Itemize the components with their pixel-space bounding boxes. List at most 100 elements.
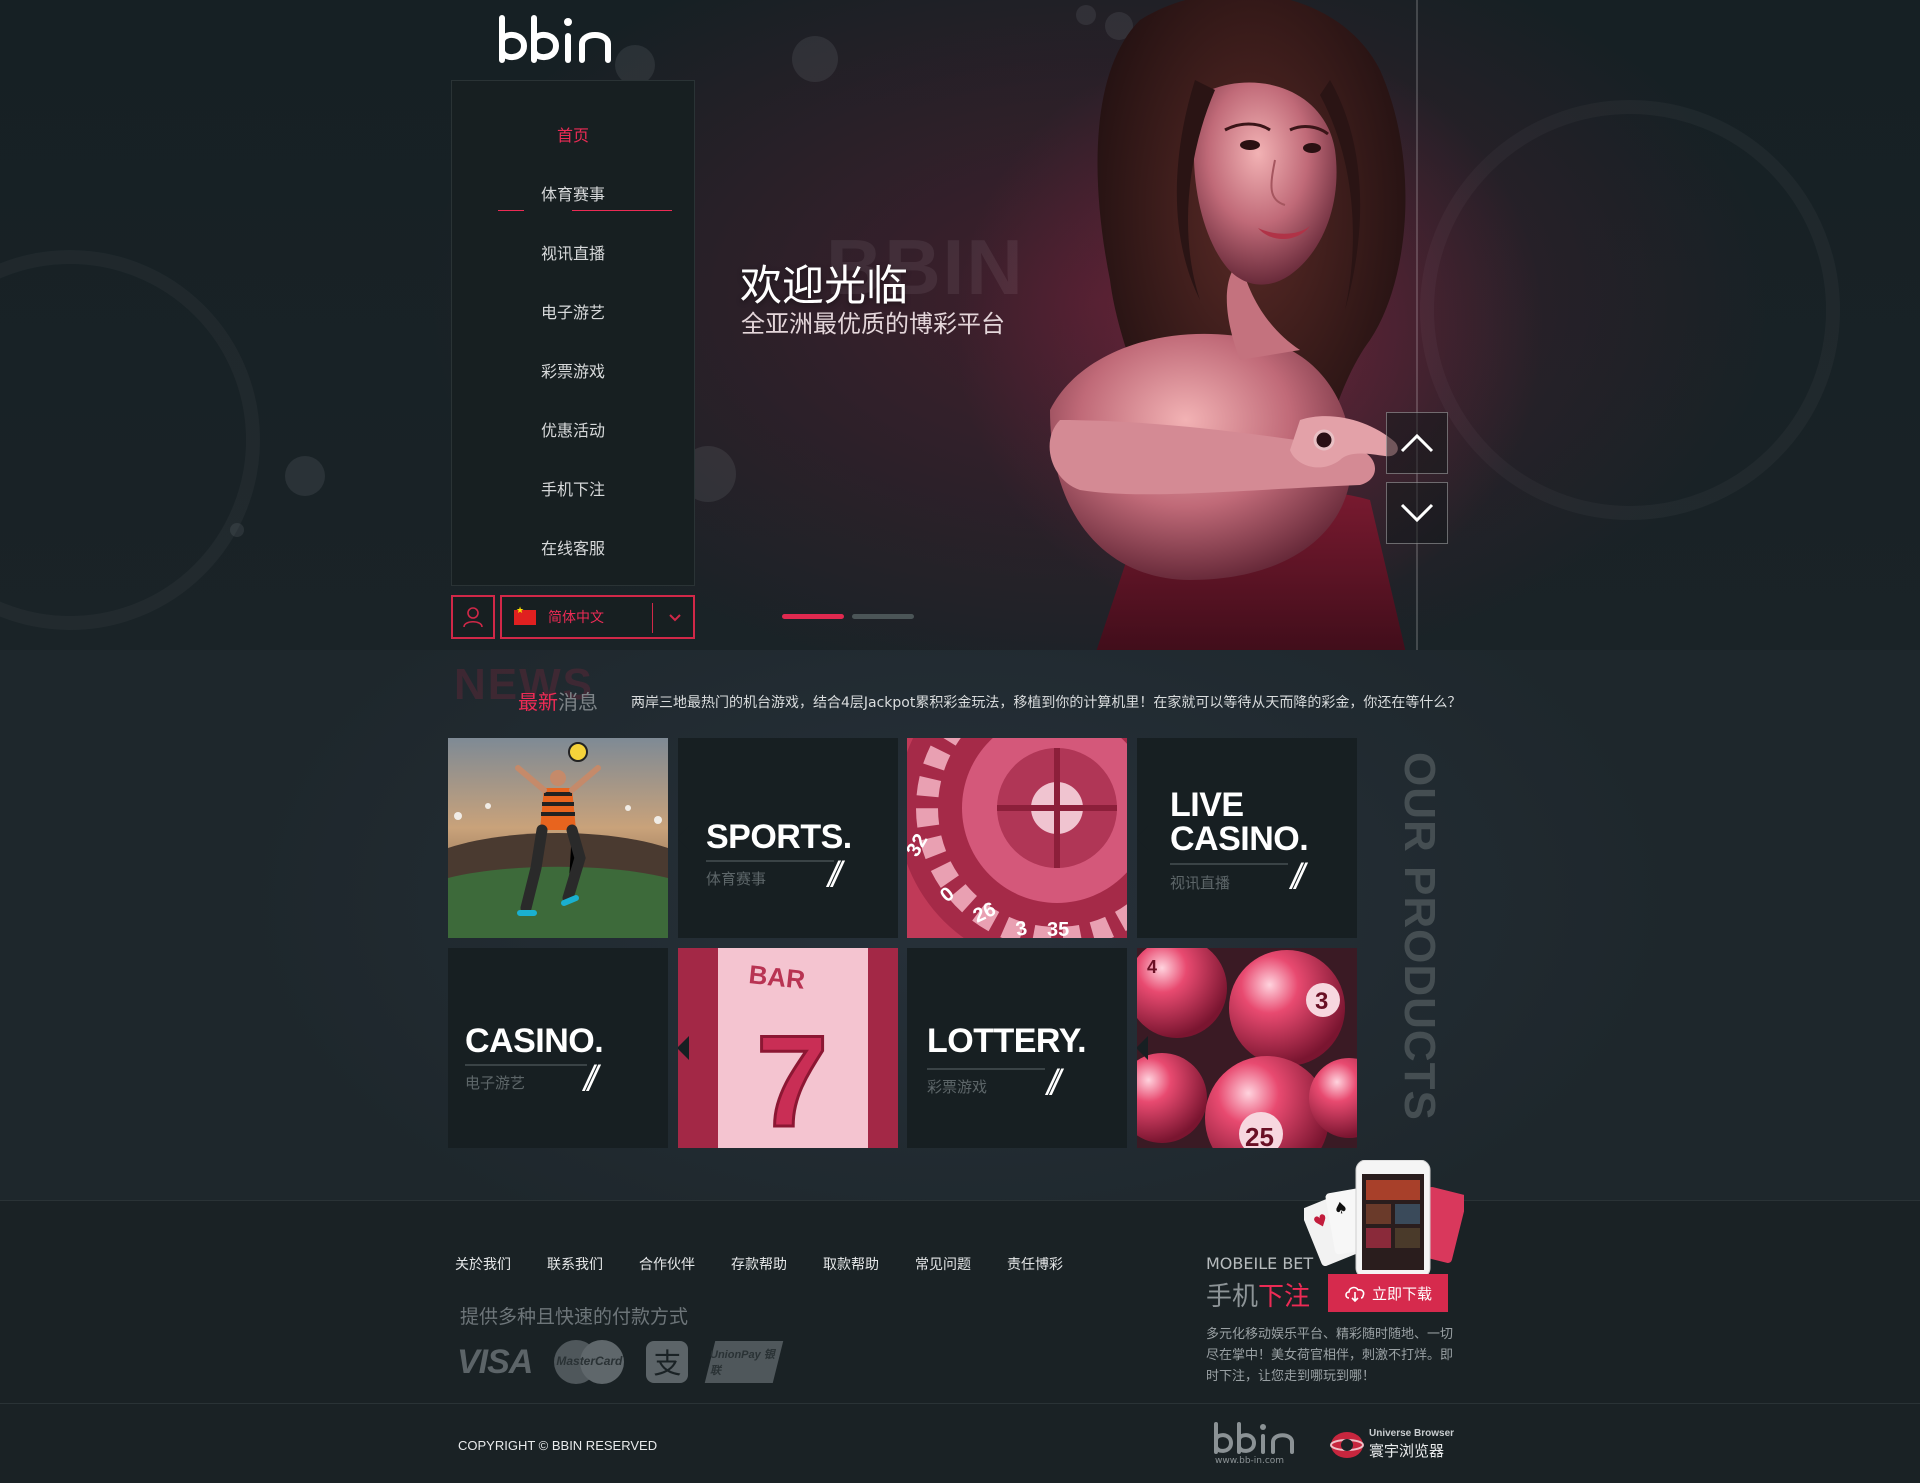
copyright-text: COPYRIGHT © BBIN RESERVED: [458, 1438, 658, 1453]
mobile-cn-part2: 下注: [1258, 1282, 1311, 1312]
footer-divider: [0, 1403, 1920, 1404]
tile-slots-image[interactable]: BAR 7: [678, 948, 898, 1148]
slot-machine-image: BAR 7: [678, 948, 898, 1148]
lottery-balls-image: 3 25 4: [1137, 948, 1357, 1148]
china-flag-icon: [514, 606, 536, 625]
hero-banner: BBIN 欢迎光临 全亚洲最优质的博彩平台: [0, 0, 1920, 650]
tile-slash: //: [828, 854, 842, 895]
tile-casino-subtitle: 电子游艺: [465, 1074, 526, 1092]
nav-item-lottery[interactable]: 彩票游戏: [452, 358, 694, 382]
footer: [0, 1200, 1920, 1483]
svg-text:4: 4: [1147, 957, 1157, 977]
chevron-up-icon: [1400, 433, 1434, 453]
side-navigation: 首页 体育赛事 视讯直播 电子游艺 彩票游戏 优惠活动 手机下注 在线客服: [451, 80, 695, 586]
cloud-download-icon: [1345, 1286, 1365, 1302]
language-select[interactable]: 简体中文: [500, 595, 695, 639]
tile-notch: [678, 1036, 689, 1060]
mastercard-label: MasterCard: [556, 1354, 623, 1368]
tile-notch: [678, 826, 689, 850]
tile-rule: [465, 1064, 587, 1066]
mobile-description: 多元化移动娱乐平台、精彩随时随地、一切尽在掌中！美女荷官相伴，刺激不打烊。即时下…: [1206, 1327, 1454, 1384]
mobile-bet-en: MOBEILE BET: [1206, 1254, 1314, 1273]
footer-url: www.bb-in.com: [1215, 1456, 1285, 1466]
bokeh-decor: [615, 45, 655, 85]
hero-subtitle: 全亚洲最优质的博彩平台: [741, 310, 1005, 338]
svg-text:35: 35: [1047, 919, 1069, 938]
visa-icon: VISA: [457, 1342, 533, 1381]
news-label-hot: 最新: [518, 690, 558, 714]
universe-browser-en: Universe Browser: [1369, 1428, 1455, 1439]
mobile-cn-part1: 手机: [1206, 1282, 1259, 1312]
tile-sports-image[interactable]: [448, 738, 668, 938]
chevron-down-icon: [669, 614, 681, 622]
tile-lottery-balls-image[interactable]: 3 25 4: [1137, 948, 1357, 1148]
tile-live-casino[interactable]: LIVE CASINO. 视讯直播 //: [1137, 738, 1357, 938]
slide-dot-2[interactable]: [852, 614, 914, 619]
mobile-bet-cn: 手机下注: [1206, 1276, 1310, 1313]
mobile-phone-cards-image: ♥ ♠: [1304, 1160, 1464, 1278]
tile-roulette-image[interactable]: 32 0 26 3 35: [907, 738, 1127, 938]
tile-lottery-title: LOTTERY.: [927, 1022, 1087, 1060]
chevron-down-icon: [1400, 503, 1434, 523]
payment-icons: VISA MasterCard 支 UnionPay 银联: [457, 1340, 784, 1384]
footer-link-withdraw-help[interactable]: 取款帮助: [823, 1254, 879, 1274]
unionpay-label: UnionPay 银联: [710, 1349, 776, 1377]
tile-sports-subtitle: 体育赛事: [706, 870, 767, 888]
tile-lottery[interactable]: LOTTERY. 彩票游戏 //: [907, 948, 1127, 1148]
slide-dot-1[interactable]: [782, 614, 844, 619]
news-label-rest: 消息: [558, 690, 598, 714]
footer-link-faq[interactable]: 常见问题: [915, 1254, 971, 1274]
tile-lottery-subtitle: 彩票游戏: [927, 1078, 988, 1096]
download-label: 立即下载: [1371, 1284, 1432, 1303]
bbin-logo[interactable]: [494, 8, 620, 78]
tile-notch: [1137, 1036, 1148, 1060]
tile-live-casino-title-line2: CASINO.: [1170, 820, 1309, 858]
footer-link-responsible-gaming[interactable]: 责任博彩: [1007, 1254, 1063, 1274]
footer-link-contact[interactable]: 联系我们: [547, 1254, 603, 1274]
svg-text:BAR: BAR: [747, 959, 806, 995]
universe-browser-icon[interactable]: [1330, 1430, 1364, 1460]
bokeh-decor: [792, 36, 838, 82]
download-app-button[interactable]: 立即下载: [1328, 1274, 1448, 1312]
tile-sports[interactable]: SPORTS. 体育赛事 //: [678, 738, 898, 938]
tile-casino-title: CASINO.: [465, 1022, 604, 1060]
tile-live-casino-title-line1: LIVE: [1170, 786, 1244, 824]
nav-item-sports[interactable]: 体育赛事: [452, 181, 694, 205]
slide-indicator: [782, 614, 914, 619]
tile-rule: [706, 860, 834, 862]
universe-browser-cn: 寰宇浏览器: [1369, 1442, 1445, 1460]
nav-item-promotions[interactable]: 优惠活动: [452, 417, 694, 441]
tile-casino[interactable]: CASINO. 电子游艺 //: [448, 948, 668, 1148]
language-label: 简体中文: [548, 610, 604, 626]
news-label: 最新消息: [518, 686, 598, 715]
tile-slash: //: [584, 1058, 598, 1099]
footer-link-deposit-help[interactable]: 存款帮助: [731, 1254, 787, 1274]
slide-prev-button[interactable]: [1386, 412, 1448, 474]
tile-notch: [1137, 826, 1148, 850]
our-products-vertical-title: OUR PRODUCTS: [1395, 752, 1444, 1121]
tile-sports-title: SPORTS.: [706, 818, 852, 856]
svg-text:7: 7: [756, 1008, 828, 1148]
svg-text:25: 25: [1245, 1122, 1274, 1148]
language-separator: [652, 603, 653, 633]
unionpay-icon: UnionPay 银联: [705, 1341, 784, 1383]
nav-item-home[interactable]: 首页: [452, 122, 694, 146]
footer-link-partners[interactable]: 合作伙伴: [639, 1254, 695, 1274]
slide-next-button[interactable]: [1386, 482, 1448, 544]
nav-item-live-support[interactable]: 在线客服: [452, 535, 694, 559]
user-login-button[interactable]: [451, 595, 495, 639]
tile-slash: //: [1291, 856, 1305, 897]
chip-decor: [0, 250, 260, 630]
mastercard-icon: MasterCard: [554, 1340, 625, 1384]
alipay-icon: 支: [646, 1341, 689, 1383]
tile-live-casino-subtitle: 视讯直播: [1170, 874, 1231, 892]
tile-slash: //: [1047, 1062, 1061, 1103]
nav-item-electronic-games[interactable]: 电子游艺: [452, 299, 694, 323]
tile-rule: [1170, 863, 1288, 865]
nav-item-mobile-bet[interactable]: 手机下注: [452, 476, 694, 500]
roulette-wheel-image: 32 0 26 3 35: [907, 738, 1127, 938]
footer-link-about[interactable]: 关於我们: [455, 1254, 511, 1274]
news-ticker[interactable]: 两岸三地最热门的机台游戏，结合4层Jackpot累积彩金玩法，移植到你的计算机里…: [631, 692, 1461, 712]
svg-text:3: 3: [1315, 988, 1328, 1015]
nav-item-live-video[interactable]: 视讯直播: [452, 240, 694, 264]
